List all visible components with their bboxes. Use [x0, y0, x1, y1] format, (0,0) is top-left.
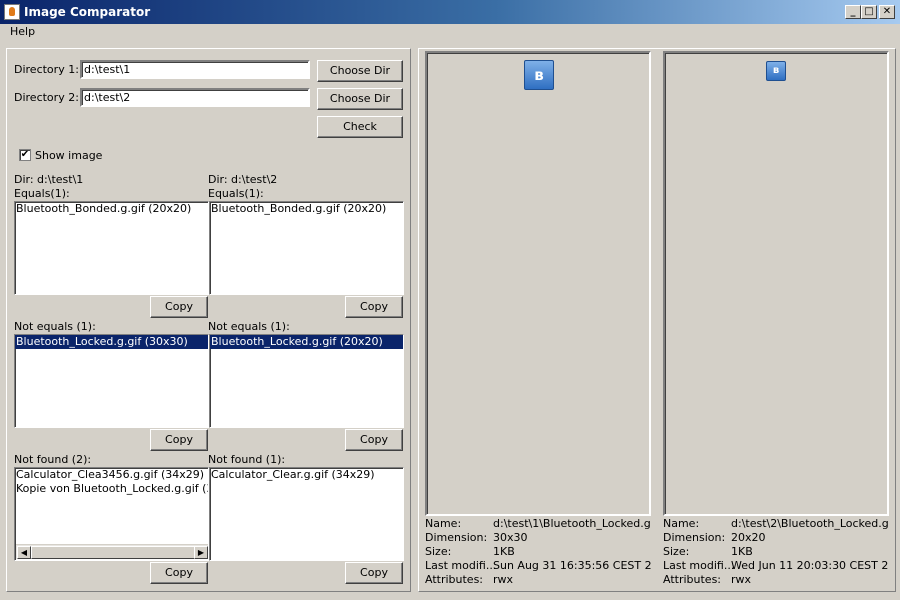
directory-2-field[interactable] — [80, 88, 310, 107]
image-preview-1: ʙ — [425, 51, 651, 516]
left-not-found-label: Not found (2): — [14, 453, 92, 466]
info-value: 30x30 — [493, 531, 528, 544]
directory-1-field[interactable] — [80, 60, 310, 79]
left-dir-label: Dir: d:\test\1 — [14, 173, 84, 186]
info-value: 1KB — [493, 545, 515, 558]
right-not-equals-label: Not equals (1): — [208, 320, 290, 333]
info-value: d:\test\1\Bluetooth_Locked.g.gif — [493, 517, 651, 530]
info-key: Dimension: — [425, 531, 488, 544]
bluetooth-locked-icon: ʙ — [524, 60, 554, 90]
left-equals-label: Equals(1): — [14, 187, 70, 200]
choose-dir-2-button[interactable]: Choose Dir — [317, 88, 403, 110]
list-item[interactable]: Bluetooth_Bonded.g.gif (20x20) — [210, 202, 403, 216]
left-not-found-list[interactable]: Calculator_Clea3456.g.gif (34x29) Kopie … — [14, 467, 209, 561]
info-value: 20x20 — [731, 531, 766, 544]
copy-right-not-equals-button[interactable]: Copy — [345, 429, 403, 451]
info-value: 1KB — [731, 545, 753, 558]
list-item[interactable]: Calculator_Clea3456.g.gif (34x29) — [15, 468, 208, 482]
right-equals-list[interactable]: Bluetooth_Bonded.g.gif (20x20) — [209, 201, 404, 295]
directory-1-label: Directory 1: — [14, 63, 79, 76]
image-info-1: Name: d:\test\1\Bluetooth_Locked.g.gif D… — [425, 517, 651, 589]
copy-left-not-found-button[interactable]: Copy — [150, 562, 208, 584]
list-item[interactable]: Kopie von Bluetooth_Locked.g.gif (30x3 — [15, 482, 208, 496]
info-key: Size: — [425, 545, 452, 558]
list-item-selected[interactable]: Bluetooth_Locked.g.gif (20x20) — [210, 335, 403, 349]
left-not-equals-label: Not equals (1): — [14, 320, 96, 333]
info-key: Last modifi... — [663, 559, 735, 572]
info-key: Attributes: — [425, 573, 484, 586]
right-equals-label: Equals(1): — [208, 187, 264, 200]
right-not-found-list[interactable]: Calculator_Clear.g.gif (34x29) — [209, 467, 404, 561]
info-key: Attributes: — [663, 573, 722, 586]
copy-right-equals-button[interactable]: Copy — [345, 296, 403, 318]
scroll-left-icon[interactable]: ◀ — [17, 546, 31, 559]
window-title: Image Comparator — [24, 5, 151, 19]
info-value: d:\test\2\Bluetooth_Locked.g.gif — [731, 517, 889, 530]
splitter[interactable] — [413, 48, 417, 592]
show-image-label: Show image — [35, 149, 103, 162]
choose-dir-1-button[interactable]: Choose Dir — [317, 60, 403, 82]
copy-left-not-equals-button[interactable]: Copy — [150, 429, 208, 451]
java-app-icon — [4, 4, 20, 20]
left-not-equals-list[interactable]: Bluetooth_Locked.g.gif (30x30) — [14, 334, 209, 428]
maximize-button[interactable]: □ — [861, 5, 877, 19]
left-equals-list[interactable]: Bluetooth_Bonded.g.gif (20x20) — [14, 201, 209, 295]
minimize-button[interactable]: _ — [845, 5, 861, 19]
info-value: Wed Jun 11 20:03:30 CEST 2008 — [731, 559, 889, 572]
info-key: Size: — [663, 545, 690, 558]
list-item[interactable]: Bluetooth_Bonded.g.gif (20x20) — [15, 202, 208, 216]
right-dir-label: Dir: d:\test\2 — [208, 173, 278, 186]
directory-2-label: Directory 2: — [14, 91, 79, 104]
info-key: Last modifi... — [425, 559, 497, 572]
title-bar: Image Comparator _ □ ✕ — [0, 0, 900, 24]
right-not-found-label: Not found (1): — [208, 453, 286, 466]
check-button[interactable]: Check — [317, 116, 403, 138]
menu-help[interactable]: Help — [10, 25, 35, 38]
image-preview-2: ʙ — [663, 51, 889, 516]
menu-bar — [0, 24, 900, 42]
info-key: Dimension: — [663, 531, 726, 544]
info-key: Name: — [425, 517, 462, 530]
copy-right-not-found-button[interactable]: Copy — [345, 562, 403, 584]
right-not-equals-list[interactable]: Bluetooth_Locked.g.gif (20x20) — [209, 334, 404, 428]
bluetooth-locked-icon: ʙ — [766, 61, 786, 81]
preview-splitter[interactable] — [655, 51, 659, 589]
scroll-right-icon[interactable]: ▶ — [194, 546, 208, 559]
list-item[interactable]: Calculator_Clear.g.gif (34x29) — [210, 468, 403, 482]
list-item-selected[interactable]: Bluetooth_Locked.g.gif (30x30) — [15, 335, 208, 349]
info-value: Sun Aug 31 16:35:56 CEST 2008 — [493, 559, 651, 572]
horizontal-scrollbar[interactable]: ◀ ▶ — [16, 544, 208, 559]
info-value: rwx — [493, 573, 514, 586]
image-info-2: Name: d:\test\2\Bluetooth_Locked.g.gif D… — [663, 517, 889, 589]
scrollbar-thumb[interactable] — [31, 546, 195, 559]
info-key: Name: — [663, 517, 700, 530]
info-value: rwx — [731, 573, 752, 586]
copy-left-equals-button[interactable]: Copy — [150, 296, 208, 318]
show-image-checkbox[interactable]: ✔ — [19, 149, 31, 161]
close-button[interactable]: ✕ — [879, 5, 895, 19]
